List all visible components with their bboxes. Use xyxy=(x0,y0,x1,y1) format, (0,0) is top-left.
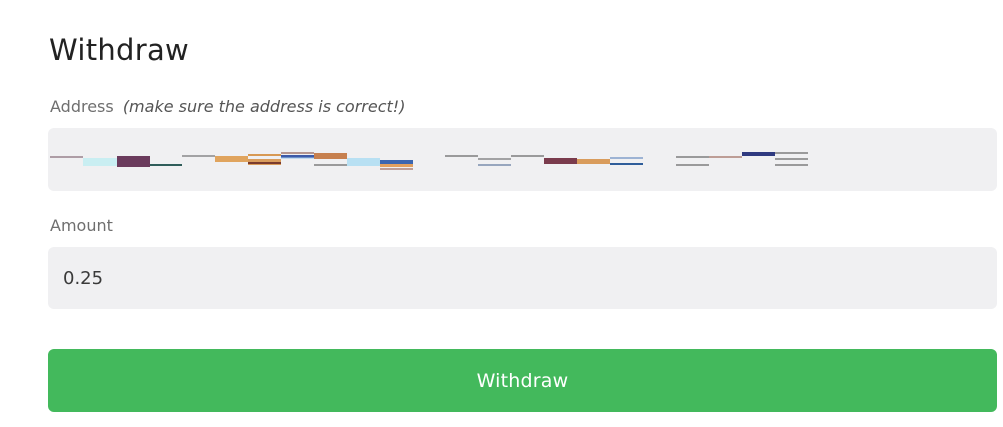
amount-label: Amount xyxy=(50,216,113,235)
page-title: Withdraw xyxy=(49,33,190,67)
withdraw-button[interactable]: Withdraw xyxy=(48,349,997,412)
address-hint: (make sure the address is correct!) xyxy=(122,97,406,116)
address-value-glyphs xyxy=(50,152,808,170)
address-field[interactable] xyxy=(48,128,997,191)
address-label: Address (make sure the address is correc… xyxy=(50,97,405,116)
amount-input[interactable] xyxy=(48,247,997,309)
address-label-text: Address xyxy=(50,97,114,116)
